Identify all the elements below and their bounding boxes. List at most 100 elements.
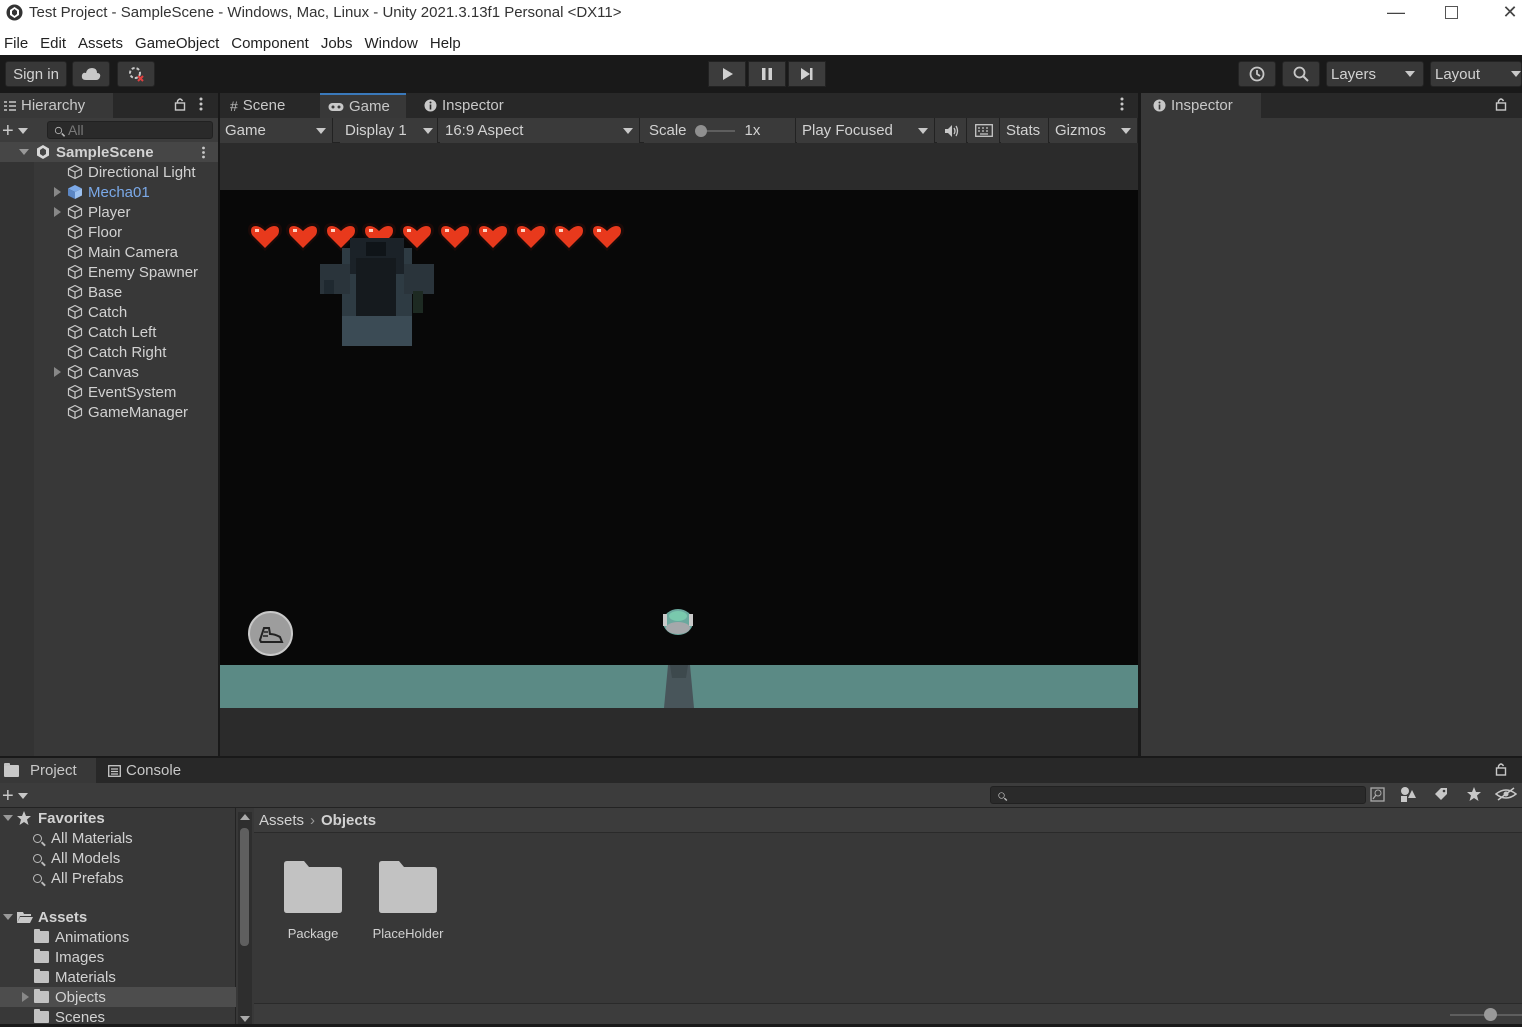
label-tag-icon[interactable]	[1433, 786, 1449, 802]
play-button[interactable]	[708, 61, 746, 87]
project-lock-icon[interactable]	[1495, 762, 1507, 776]
lock-icon[interactable]	[174, 97, 186, 111]
hierarchy-search-input[interactable]: All	[47, 121, 213, 139]
maximize-icon[interactable]	[1425, 0, 1477, 24]
tab-console[interactable]: Console	[108, 758, 181, 783]
play-mode-dropdown[interactable]: Play Focused	[797, 118, 935, 143]
keyboard-shortcuts-button[interactable]	[968, 118, 1000, 143]
center-kebab-icon[interactable]	[1119, 97, 1125, 111]
stats-button[interactable]: Stats	[1001, 118, 1049, 143]
hierarchy-item[interactable]: Catch Left	[0, 322, 218, 342]
hierarchy-item[interactable]: Floor	[0, 222, 218, 242]
favorite-item[interactable]: All Materials	[0, 828, 236, 848]
hierarchy-item[interactable]: Catch Right	[0, 342, 218, 362]
asset-folder-item[interactable]: Materials	[0, 967, 236, 987]
inspector-lock-icon[interactable]	[1495, 97, 1507, 111]
expand-arrow-icon[interactable]	[54, 187, 61, 197]
create-asset-button[interactable]: +	[2, 786, 36, 806]
close-icon[interactable]: ✕	[1484, 0, 1522, 24]
menu-edit[interactable]: Edit	[36, 35, 74, 52]
asset-folder-item[interactable]: Scenes	[0, 1007, 236, 1027]
hierarchy-item[interactable]: GameManager	[0, 402, 218, 422]
menu-component[interactable]: Component	[227, 35, 317, 52]
mute-audio-button[interactable]	[937, 118, 967, 143]
cloud-button[interactable]	[72, 61, 110, 87]
hierarchy-item[interactable]: Canvas	[0, 362, 218, 382]
expand-arrow-icon[interactable]	[54, 207, 61, 217]
hidden-packages-icon[interactable]	[1495, 786, 1517, 802]
running-shoe-icon	[258, 626, 283, 643]
aspect-dropdown[interactable]: 16:9 Aspect	[440, 118, 640, 143]
project-search-input[interactable]	[990, 786, 1366, 804]
menu-help[interactable]: Help	[426, 35, 469, 52]
scale-slider-thumb[interactable]	[694, 124, 707, 137]
game-view-dropdown[interactable]: Game	[220, 118, 333, 143]
expand-arrow-icon[interactable]	[54, 367, 61, 377]
breadcrumb-objects[interactable]: Objects	[321, 812, 376, 829]
kebab-menu-icon[interactable]	[198, 97, 204, 111]
favorite-star-icon[interactable]	[1466, 786, 1482, 802]
asset-folder-item[interactable]: Images	[0, 947, 236, 967]
hierarchy-item[interactable]: Catch	[0, 302, 218, 322]
project-tab-label: Project	[30, 762, 77, 779]
asset-folder-package[interactable]: Package	[280, 860, 346, 950]
gizmos-dropdown[interactable]: Gizmos	[1050, 118, 1138, 143]
menu-gameobject[interactable]: GameObject	[131, 35, 227, 52]
console-icon	[108, 764, 121, 777]
tab-inspector-center[interactable]: Inspector	[418, 93, 504, 118]
tab-game[interactable]: Game	[320, 93, 406, 118]
project-tree-scrollbar[interactable]	[238, 812, 252, 1024]
aspect-label: 16:9 Aspect	[445, 122, 524, 139]
hierarchy-item[interactable]: Enemy Spawner	[0, 262, 218, 282]
gameobject-cube-icon	[67, 384, 83, 400]
filter-by-type-icon[interactable]	[1400, 786, 1417, 803]
asset-folder-item[interactable]: Animations	[0, 927, 236, 947]
menu-assets[interactable]: Assets	[74, 35, 131, 52]
tab-project[interactable]: Project	[0, 758, 96, 783]
favorites-section[interactable]: Favorites	[0, 808, 236, 828]
step-button[interactable]	[788, 61, 826, 87]
tab-scene[interactable]: # Scene	[224, 93, 285, 118]
favorite-item[interactable]: All Models	[0, 848, 236, 868]
tab-inspector[interactable]: Inspector	[1141, 93, 1261, 118]
undo-history-button[interactable]	[1238, 61, 1276, 87]
plus-icon: +	[2, 120, 14, 142]
keyboard-icon	[974, 124, 993, 137]
dash-ability-button[interactable]	[248, 611, 293, 656]
search-scope-icon[interactable]	[1370, 787, 1385, 802]
display-dropdown[interactable]: Display 1	[340, 118, 438, 143]
search-button[interactable]	[1282, 61, 1320, 87]
scene-kebab-icon[interactable]	[201, 146, 206, 159]
hierarchy-item[interactable]: Mecha01	[0, 182, 218, 202]
icon-size-slider-thumb[interactable]	[1484, 1008, 1497, 1021]
menu-file[interactable]: File	[0, 35, 36, 52]
menu-jobs[interactable]: Jobs	[317, 35, 361, 52]
scale-slider[interactable]	[694, 124, 735, 137]
hierarchy-item[interactable]: Directional Light	[0, 162, 218, 182]
favorite-item[interactable]: All Prefabs	[0, 868, 236, 888]
breadcrumb-assets[interactable]: Assets	[259, 812, 304, 829]
gameobject-cube-icon	[67, 284, 83, 300]
pause-button[interactable]	[748, 61, 786, 87]
menu-window[interactable]: Window	[361, 35, 426, 52]
scrollbar-thumb[interactable]	[240, 828, 249, 946]
hierarchy-item[interactable]: EventSystem	[0, 382, 218, 402]
expand-arrow-icon[interactable]	[22, 992, 29, 1002]
favorite-item-label: All Models	[51, 849, 121, 867]
tab-hierarchy[interactable]: Hierarchy	[0, 93, 113, 118]
add-object-button[interactable]: +	[2, 120, 36, 142]
asset-folder-placeholder[interactable]: PlaceHolder	[368, 860, 448, 950]
asset-folder-item[interactable]: Objects	[0, 987, 236, 1007]
layout-dropdown[interactable]: Layout	[1430, 61, 1522, 87]
hierarchy-item[interactable]: Base	[0, 282, 218, 302]
collab-button[interactable]	[117, 61, 155, 87]
minimize-icon[interactable]: —	[1370, 0, 1422, 24]
assets-section[interactable]: Assets	[0, 907, 236, 927]
sign-in-button[interactable]: Sign in	[5, 61, 67, 87]
hierarchy-item[interactable]: Main Camera	[0, 242, 218, 262]
scroll-up-icon[interactable]	[240, 814, 250, 820]
scroll-down-icon[interactable]	[240, 1016, 250, 1022]
scene-item-samplescene[interactable]: SampleScene	[0, 142, 218, 162]
hierarchy-item[interactable]: Player	[0, 202, 218, 222]
layers-dropdown[interactable]: Layers	[1326, 61, 1424, 87]
